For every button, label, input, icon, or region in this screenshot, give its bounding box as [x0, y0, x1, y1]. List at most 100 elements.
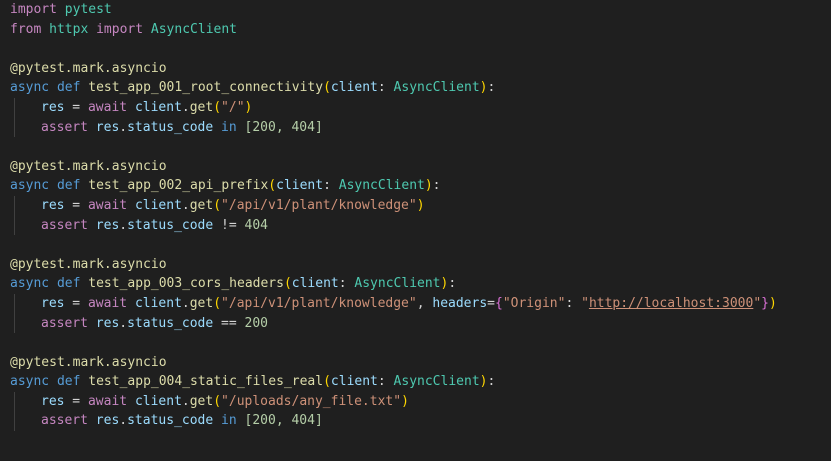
indent-guide — [14, 313, 15, 334]
keyword: assert — [41, 315, 88, 331]
variable: res — [41, 99, 65, 115]
keyword: def — [56, 276, 81, 292]
param-name: client — [330, 374, 378, 390]
type-name: AsyncClient — [354, 276, 441, 292]
indent-guide — [14, 411, 15, 432]
keyword: assert — [41, 217, 88, 233]
method-name: get — [189, 99, 214, 115]
code-line-11: res = await client.get("/api/v1/plant/kn… — [0, 195, 831, 216]
attribute: status_code — [127, 315, 214, 331]
variable: client — [134, 393, 182, 409]
keyword: await — [87, 197, 128, 213]
code-editor[interactable]: import pytest from httpx import AsyncCli… — [0, 0, 831, 461]
code-line-2: from httpx import AsyncClient — [0, 20, 831, 40]
number-literal: 404 — [244, 217, 268, 233]
module-name: pytest — [64, 2, 112, 17]
keyword: async — [10, 276, 50, 292]
variable: client — [134, 295, 182, 311]
method-name: get — [189, 295, 214, 311]
code-line-16: res = await client.get("/api/v1/plant/kn… — [0, 293, 831, 314]
code-line-17: assert res.status_code == 200 — [0, 313, 831, 334]
keyword: in — [221, 119, 237, 135]
keyword: in — [221, 413, 237, 429]
keyword: def — [56, 374, 81, 390]
operator: == — [221, 315, 237, 331]
decorator: @pytest.mark.asyncio — [10, 60, 167, 76]
code-line-12: assert res.status_code != 404 — [0, 215, 831, 236]
string-literal: "/uploads/any_file.txt" — [221, 393, 402, 409]
keyword: async — [10, 80, 50, 96]
indent-guide — [14, 215, 15, 236]
param-name: client — [330, 80, 378, 96]
function-name: test_app_003_cors_headers — [88, 276, 284, 292]
variable: client — [134, 99, 182, 115]
code-line-19: @pytest.mark.asyncio — [0, 353, 831, 373]
indent-guide — [14, 97, 15, 118]
type-name: AsyncClient — [338, 178, 425, 194]
keyword: import — [96, 21, 144, 37]
variable: res — [95, 119, 120, 135]
decorator: @pytest.mark.asyncio — [10, 256, 167, 272]
module-name: httpx — [49, 21, 89, 37]
keyword: assert — [41, 119, 88, 135]
code-line-7: assert res.status_code in [200, 404] — [0, 117, 831, 138]
code-line-5: async def test_app_001_root_connectivity… — [10, 80, 496, 96]
number-literal: 200 — [244, 315, 268, 331]
param-name: client — [291, 276, 339, 292]
keyword: def — [56, 80, 81, 96]
keyword-argument: headers — [432, 295, 488, 311]
indent-guide — [14, 195, 15, 216]
code-line-21: res = await client.get("/uploads/any_fil… — [0, 391, 831, 412]
string-literal: "/api/v1/plant/knowledge" — [221, 295, 417, 311]
keyword: await — [87, 393, 128, 409]
variable: res — [95, 217, 120, 233]
variable: res — [41, 295, 65, 311]
function-name: test_app_004_static_files_real — [88, 374, 324, 390]
keyword: async — [10, 178, 50, 194]
variable: res — [41, 197, 65, 213]
method-name: get — [189, 393, 214, 409]
number-list: [200, 404] — [244, 119, 323, 135]
keyword: await — [87, 295, 128, 311]
variable: res — [95, 413, 120, 429]
attribute: status_code — [127, 217, 214, 233]
indent-guide — [14, 293, 15, 314]
variable: res — [95, 315, 120, 331]
param-name: client — [276, 178, 324, 194]
code-line-9: @pytest.mark.asyncio — [0, 157, 831, 177]
code-line-1: import pytest — [0, 0, 831, 20]
string-literal: "/" — [221, 99, 245, 115]
class-name: AsyncClient — [150, 21, 237, 37]
decorator: @pytest.mark.asyncio — [10, 158, 167, 174]
variable: client — [134, 197, 182, 213]
decorator: @pytest.mark.asyncio — [10, 354, 167, 370]
keyword: import — [10, 2, 57, 17]
code-line-15: async def test_app_003_cors_headers(clie… — [10, 276, 457, 292]
indent-guide — [14, 391, 15, 412]
type-name: AsyncClient — [393, 80, 480, 96]
code-line-4: @pytest.mark.asyncio — [0, 59, 831, 79]
string-literal: "/api/v1/plant/knowledge" — [221, 197, 417, 213]
keyword: await — [87, 99, 128, 115]
code-line-22: assert res.status_code in [200, 404] — [0, 411, 831, 432]
code-line-6: res = await client.get("/") — [0, 97, 831, 118]
url-link[interactable]: http://localhost:3000 — [589, 296, 753, 311]
keyword: def — [56, 178, 81, 194]
attribute: status_code — [127, 119, 214, 135]
code-line-14: @pytest.mark.asyncio — [0, 255, 831, 275]
code-line-10: async def test_app_002_api_prefix(client… — [10, 178, 441, 194]
number-list: [200, 404] — [244, 413, 323, 429]
keyword: async — [10, 374, 50, 390]
attribute: status_code — [127, 413, 214, 429]
variable: res — [41, 393, 65, 409]
function-name: test_app_001_root_connectivity — [88, 80, 324, 96]
indent-guide — [14, 117, 15, 138]
keyword: from — [10, 21, 42, 37]
keyword: assert — [41, 413, 88, 429]
type-name: AsyncClient — [393, 374, 480, 390]
code-line-20: async def test_app_004_static_files_real… — [10, 374, 496, 390]
